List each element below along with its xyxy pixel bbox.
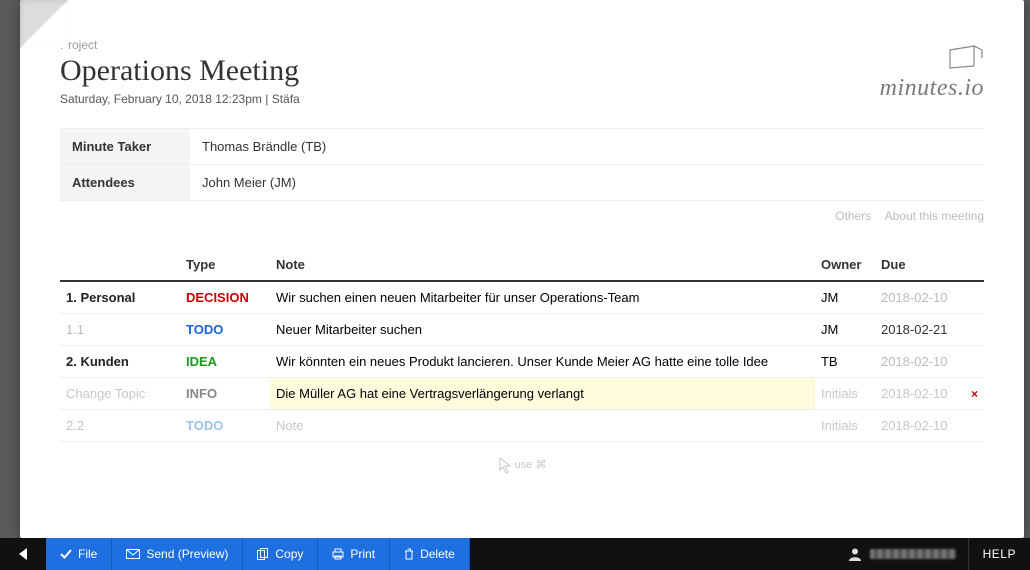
row-topic[interactable]: 2.2 bbox=[60, 410, 180, 442]
document-page: Project Operations Meeting Saturday, Feb… bbox=[20, 0, 1024, 538]
col-header-type: Type bbox=[180, 249, 270, 281]
col-header-due: Due bbox=[875, 249, 965, 281]
row-due[interactable]: 2018-02-10 bbox=[875, 346, 965, 378]
print-button[interactable]: Print bbox=[318, 538, 390, 570]
delete-button[interactable]: Delete bbox=[390, 538, 470, 570]
envelope-icon bbox=[126, 549, 140, 559]
user-icon bbox=[848, 547, 862, 561]
check-icon bbox=[60, 548, 72, 560]
copy-icon bbox=[257, 548, 269, 560]
trash-icon bbox=[404, 548, 414, 560]
attendees-label: Attendees bbox=[60, 165, 190, 201]
row-due[interactable]: 2018-02-21 bbox=[875, 314, 965, 346]
row-due[interactable]: 2018-02-10 bbox=[875, 378, 965, 410]
table-row[interactable]: 2.2TODONoteInitials2018-02-10 bbox=[60, 410, 984, 442]
row-topic[interactable]: Change Topic bbox=[60, 378, 180, 410]
delete-row-button[interactable]: × bbox=[971, 387, 978, 401]
row-note[interactable]: Die Müller AG hat eine Vertragsverlänger… bbox=[270, 378, 815, 410]
page-title[interactable]: Operations Meeting bbox=[60, 54, 300, 88]
cursor-icon bbox=[498, 456, 512, 474]
minutes-table: Type Note Owner Due 1. PersonalDECISIONW… bbox=[60, 249, 984, 442]
project-label: Project bbox=[60, 38, 300, 52]
row-type[interactable]: INFO bbox=[180, 378, 270, 410]
attendees-row: Attendees John Meier (JM) bbox=[60, 165, 984, 201]
meeting-subtitle[interactable]: Saturday, February 10, 2018 12:23pm | St… bbox=[60, 92, 300, 106]
row-note[interactable]: Wir suchen einen neuen Mitarbeiter für u… bbox=[270, 281, 815, 314]
brand-logo: minutes.io bbox=[880, 24, 984, 102]
triangle-left-icon bbox=[15, 546, 31, 562]
row-delete-cell bbox=[965, 346, 984, 378]
attendees-value[interactable]: John Meier (JM) bbox=[190, 165, 984, 201]
row-topic[interactable]: 1.1 bbox=[60, 314, 180, 346]
minute-taker-value[interactable]: Thomas Brändle (TB) bbox=[190, 129, 984, 165]
row-owner[interactable]: Initials bbox=[815, 410, 875, 442]
row-note[interactable]: Neuer Mitarbeiter suchen bbox=[270, 314, 815, 346]
file-button[interactable]: File bbox=[46, 538, 112, 570]
others-link[interactable]: Others bbox=[835, 209, 871, 223]
table-row[interactable]: 1. PersonalDECISIONWir suchen einen neue… bbox=[60, 281, 984, 314]
row-note[interactable]: Wir könnten ein neues Produkt lancieren.… bbox=[270, 346, 815, 378]
about-meeting-link[interactable]: About this meeting bbox=[885, 209, 984, 223]
minute-taker-row: Minute Taker Thomas Brändle (TB) bbox=[60, 129, 984, 165]
row-note[interactable]: Note bbox=[270, 410, 815, 442]
meeting-meta-table: Minute Taker Thomas Brändle (TB) Attende… bbox=[60, 128, 984, 201]
user-name-redacted bbox=[870, 549, 956, 559]
keyboard-hint: use ⌘ bbox=[60, 456, 984, 474]
row-delete-cell bbox=[965, 281, 984, 314]
row-delete-cell: × bbox=[965, 378, 984, 410]
row-type[interactable]: DECISION bbox=[180, 281, 270, 314]
row-type[interactable]: IDEA bbox=[180, 346, 270, 378]
row-due[interactable]: 2018-02-10 bbox=[875, 281, 965, 314]
row-due[interactable]: 2018-02-10 bbox=[875, 410, 965, 442]
row-owner[interactable]: JM bbox=[815, 281, 875, 314]
help-button[interactable]: HELP bbox=[968, 538, 1030, 570]
col-header-owner: Owner bbox=[815, 249, 875, 281]
row-topic[interactable]: 2. Kunden bbox=[60, 346, 180, 378]
user-menu[interactable] bbox=[836, 538, 968, 570]
back-button[interactable] bbox=[0, 538, 46, 570]
row-owner[interactable]: TB bbox=[815, 346, 875, 378]
row-owner[interactable]: Initials bbox=[815, 378, 875, 410]
table-row[interactable]: 2. KundenIDEAWir könnten ein neues Produ… bbox=[60, 346, 984, 378]
send-preview-button[interactable]: Send (Preview) bbox=[112, 538, 243, 570]
row-type[interactable]: TODO bbox=[180, 410, 270, 442]
row-owner[interactable]: JM bbox=[815, 314, 875, 346]
minute-taker-label: Minute Taker bbox=[60, 129, 190, 165]
table-row[interactable]: Change TopicINFODie Müller AG hat eine V… bbox=[60, 378, 984, 410]
row-topic[interactable]: 1. Personal bbox=[60, 281, 180, 314]
page-icon bbox=[948, 44, 984, 70]
col-header-note: Note bbox=[270, 249, 815, 281]
page-fold-icon bbox=[20, 0, 68, 48]
bottom-toolbar: File Send (Preview) Copy Print Delete HE… bbox=[0, 538, 1030, 570]
row-delete-cell bbox=[965, 410, 984, 442]
copy-button[interactable]: Copy bbox=[243, 538, 318, 570]
row-delete-cell bbox=[965, 314, 984, 346]
row-type[interactable]: TODO bbox=[180, 314, 270, 346]
table-row[interactable]: 1.1TODONeuer Mitarbeiter suchenJM2018-02… bbox=[60, 314, 984, 346]
brand-text: minutes.io bbox=[880, 75, 984, 102]
print-icon bbox=[332, 548, 344, 560]
